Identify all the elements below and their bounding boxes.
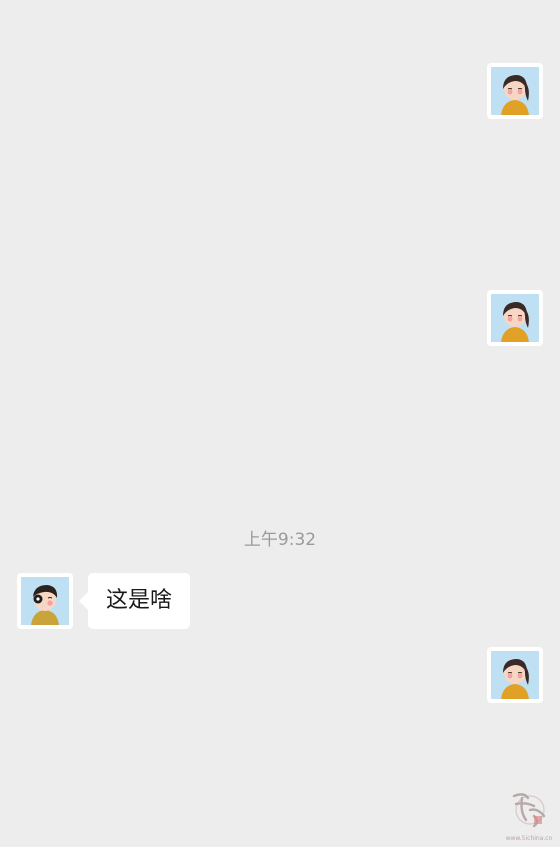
girl-avatar-icon (491, 294, 539, 342)
girl-avatar-icon (491, 651, 539, 699)
boy-avatar-icon (21, 577, 69, 625)
girl-avatar-icon (491, 67, 539, 115)
watermark-url: www.5ichina.cn (505, 835, 553, 842)
sender-avatar[interactable] (487, 290, 543, 346)
calligraphy-seal-logo (512, 793, 546, 828)
sender-avatar[interactable] (487, 647, 543, 703)
sender-avatar[interactable] (487, 63, 543, 119)
message-bubble[interactable]: 这是啥 (78, 573, 191, 629)
contact-avatar[interactable] (17, 573, 73, 629)
watermark: www.5ichina.cn (504, 786, 554, 842)
message-timestamp: 上午9:32 (243, 530, 317, 550)
